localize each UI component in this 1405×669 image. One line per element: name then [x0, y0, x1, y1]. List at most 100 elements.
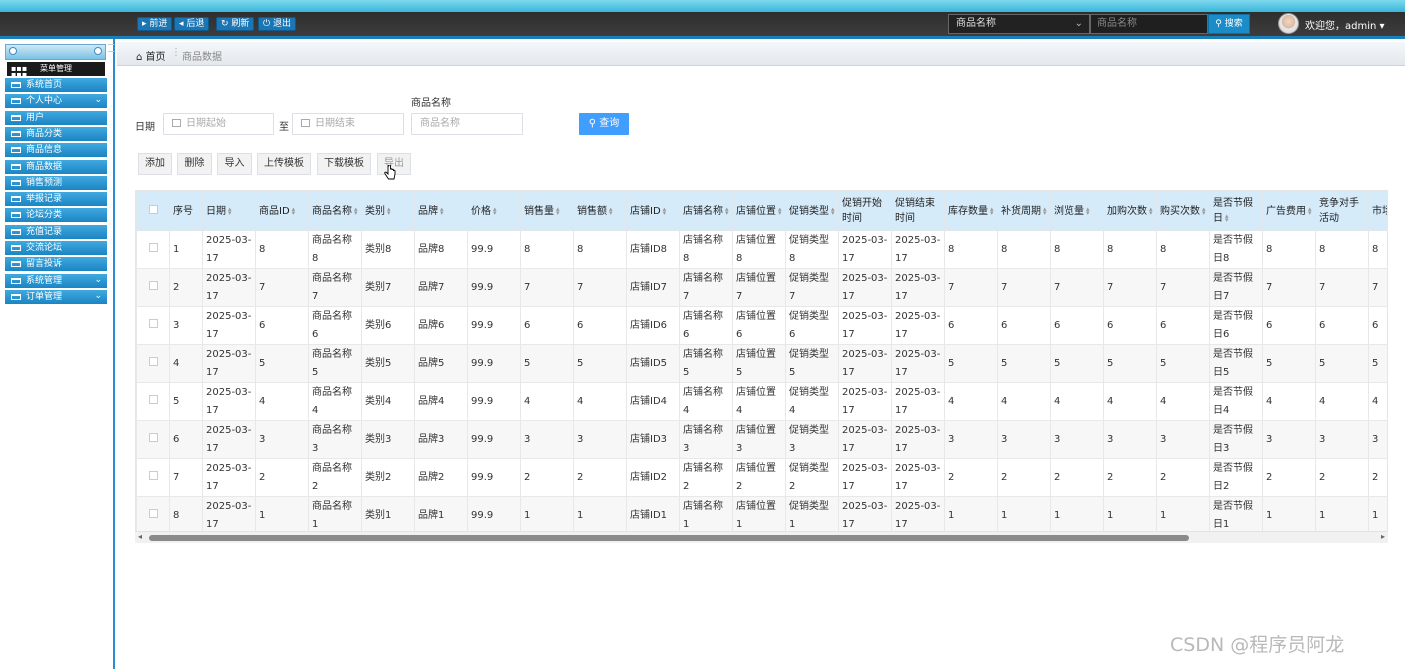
table-row[interactable]: 5 2025-03-17 4 商品名称4 类别4 品牌4 99.9 4 4 店铺ID4 店铺名称4 店…: [136, 382, 1387, 421]
row-checkbox[interactable]: [148, 318, 158, 328]
avatar[interactable]: [1278, 13, 1299, 34]
column-header[interactable]: 促销类型 ▴ ▾: [785, 191, 839, 231]
column-header[interactable]: 是否节假日 ▴ ▾: [1209, 191, 1263, 231]
sort-icon[interactable]: ▴ ▾: [1149, 205, 1153, 216]
sort-icon[interactable]: ▴ ▾: [354, 205, 358, 216]
column-header[interactable]: 库存数量 ▴ ▾: [944, 191, 998, 231]
add-button[interactable]: 添加: [138, 153, 172, 175]
row-checkbox[interactable]: [148, 508, 158, 518]
column-header[interactable]: 购买次数 ▴ ▾: [1156, 191, 1210, 231]
search-field-select[interactable]: 商品名称 ⌄: [948, 14, 1090, 34]
table-row[interactable]: 3 2025-03-17 6 商品名称6 类别6 品牌6 99.9 6 6 店铺ID6 店铺名称6 店…: [136, 306, 1387, 345]
sort-icon[interactable]: ▴ ▾: [493, 205, 497, 216]
scrollbar-thumb[interactable]: [149, 535, 1189, 541]
sidebar-item[interactable]: 充值记录: [5, 224, 107, 239]
import-button[interactable]: 导入: [217, 153, 252, 175]
date-start-input[interactable]: 日期起始: [163, 113, 274, 135]
sidebar-item[interactable]: 个人中心 ⌄: [5, 94, 107, 109]
table-cell: 4: [1103, 382, 1157, 421]
column-header[interactable]: 店铺ID ▴ ▾: [626, 191, 680, 231]
column-header[interactable]: 销售量 ▴ ▾: [520, 191, 574, 231]
table-cell: 4: [573, 382, 627, 421]
select-all-header[interactable]: [136, 191, 170, 231]
sidebar-item[interactable]: 订单管理 ⌄: [5, 289, 107, 304]
column-header[interactable]: 品牌 ▴ ▾: [414, 191, 468, 231]
breadcrumb-home[interactable]: ⌂ 首页: [136, 48, 166, 63]
sort-icon[interactable]: ▴ ▾: [440, 205, 444, 216]
column-header[interactable]: 价格 ▴ ▾: [467, 191, 521, 231]
column-header[interactable]: 商品名称 ▴ ▾: [308, 191, 362, 231]
table-row[interactable]: 7 2025-03-17 2 商品名称2 类别2 品牌2 99.9 2 2 店铺ID2 店铺名称2 店…: [136, 458, 1387, 497]
sidebar-item[interactable]: 用户: [5, 110, 107, 125]
sidebar-item[interactable]: 论坛分类: [5, 208, 107, 223]
sort-icon[interactable]: ▴ ▾: [831, 205, 835, 216]
table-row[interactable]: 1 2025-03-17 8 商品名称8 类别8 品牌8 99.9 8 8 店铺ID8 店铺名称8 店…: [136, 230, 1387, 269]
row-select-cell: [136, 420, 170, 459]
row-checkbox[interactable]: [148, 356, 158, 366]
sidebar-item[interactable]: 留言投诉: [5, 257, 107, 272]
sidebar-item[interactable]: 商品数据: [5, 159, 107, 174]
sort-icon[interactable]: ▴ ▾: [990, 205, 994, 216]
row-checkbox[interactable]: [148, 470, 158, 480]
search-button[interactable]: ⚲ 搜索: [1208, 14, 1250, 34]
sort-icon[interactable]: ▴ ▾: [1202, 205, 1206, 216]
sort-icon[interactable]: ▴ ▾: [778, 205, 782, 216]
forward-button[interactable]: ▸ 前进: [137, 17, 173, 31]
back-button[interactable]: ◂ 后退: [174, 17, 210, 31]
column-header[interactable]: 补货周期 ▴ ▾: [997, 191, 1051, 231]
date-end-input[interactable]: 日期结束: [292, 113, 404, 135]
sort-icon[interactable]: ▴ ▾: [228, 205, 232, 216]
query-button[interactable]: ⚲ 查询: [579, 113, 629, 135]
row-checkbox[interactable]: [148, 242, 158, 252]
sort-icon[interactable]: ▴ ▾: [387, 205, 391, 216]
upload-template-button[interactable]: 上传模板: [257, 153, 311, 175]
table-cell: 品牌7: [414, 268, 468, 307]
user-menu[interactable]: 欢迎您，admin ▾: [1305, 17, 1385, 32]
scroll-right-icon[interactable]: ▸: [1381, 532, 1385, 541]
sidebar-item[interactable]: 销售预测: [5, 175, 107, 190]
sort-icon[interactable]: ▴ ▾: [1308, 205, 1312, 216]
search-input[interactable]: 商品名称: [1090, 14, 1208, 34]
table-row[interactable]: 4 2025-03-17 5 商品名称5 类别5 品牌5 99.9 5 5 店铺ID5 店铺名称5 店…: [136, 344, 1387, 383]
scroll-left-icon[interactable]: ◂: [138, 532, 142, 541]
column-header[interactable]: 加购次数 ▴ ▾: [1103, 191, 1157, 231]
sort-icon[interactable]: ▴ ▾: [1225, 213, 1229, 224]
sort-icon[interactable]: ▴ ▾: [1086, 205, 1090, 216]
sidebar-collapse-handle[interactable]: [108, 44, 114, 52]
delete-button[interactable]: 删除: [177, 153, 212, 175]
select-all-checkbox[interactable]: [148, 204, 158, 214]
sort-icon[interactable]: ▴ ▾: [556, 205, 560, 216]
sort-icon[interactable]: ▴ ▾: [725, 205, 729, 216]
table-row[interactable]: 8 2025-03-17 1 商品名称1 类别1 品牌1 99.9 1 1 店铺ID1 店铺名称1 店…: [136, 496, 1387, 535]
column-header[interactable]: 浏览量 ▴ ▾: [1050, 191, 1104, 231]
row-checkbox[interactable]: [148, 280, 158, 290]
sidebar-item[interactable]: 交流论坛: [5, 241, 107, 255]
table-row[interactable]: 6 2025-03-17 3 商品名称3 类别3 品牌3 99.9 3 3 店铺ID3 店铺名称3 店…: [136, 420, 1387, 459]
sidebar-item[interactable]: 商品分类: [5, 126, 107, 141]
row-checkbox[interactable]: [148, 394, 158, 404]
sidebar-item[interactable]: 系统管理 ⌄: [5, 273, 107, 288]
column-header[interactable]: 类别 ▴ ▾: [361, 191, 415, 231]
row-checkbox[interactable]: [148, 432, 158, 442]
column-header[interactable]: 日期 ▴ ▾: [202, 191, 256, 231]
column-header[interactable]: 广告费用 ▴ ▾: [1262, 191, 1316, 231]
sort-icon[interactable]: ▴ ▾: [1043, 205, 1047, 216]
refresh-button[interactable]: ↻ 刷新: [216, 17, 255, 31]
column-header[interactable]: 店铺位置 ▴ ▾: [732, 191, 786, 231]
sidebar-item[interactable]: 商品信息: [5, 143, 107, 158]
product-name-input[interactable]: 商品名称: [411, 113, 523, 135]
caret-down-icon: ▾: [1379, 21, 1385, 32]
sidebar-item[interactable]: 系统首页: [5, 78, 107, 92]
sort-icon[interactable]: ▴ ▾: [609, 205, 613, 216]
table-row[interactable]: 2 2025-03-17 7 商品名称7 类别7 品牌7 99.9 7 7 店铺ID7 店铺名称7 店…: [136, 268, 1387, 307]
download-template-button[interactable]: 下载模板: [317, 153, 371, 175]
column-header[interactable]: 商品ID ▴ ▾: [255, 191, 309, 231]
horizontal-scrollbar[interactable]: ◂ ▸: [135, 531, 1388, 543]
sort-icon[interactable]: ▴ ▾: [663, 205, 667, 216]
logout-button[interactable]: ⏻ 退出: [258, 17, 296, 31]
sidebar-item[interactable]: 举报记录: [5, 192, 107, 207]
column-header[interactable]: 销售额 ▴ ▾: [573, 191, 627, 231]
column-header[interactable]: 店铺名称 ▴ ▾: [679, 191, 733, 231]
data-table-container[interactable]: 序号 日期 ▴ ▾ 商品ID ▴ ▾ 商品名称 ▴ ▾ 类别 ▴ ▾ 品牌 ▴ ▾ 价格 ▴ ▾ 销售量 ▴ ▾ 销售额 ▴ ▾…: [135, 190, 1388, 543]
sort-icon[interactable]: ▴ ▾: [292, 205, 296, 216]
